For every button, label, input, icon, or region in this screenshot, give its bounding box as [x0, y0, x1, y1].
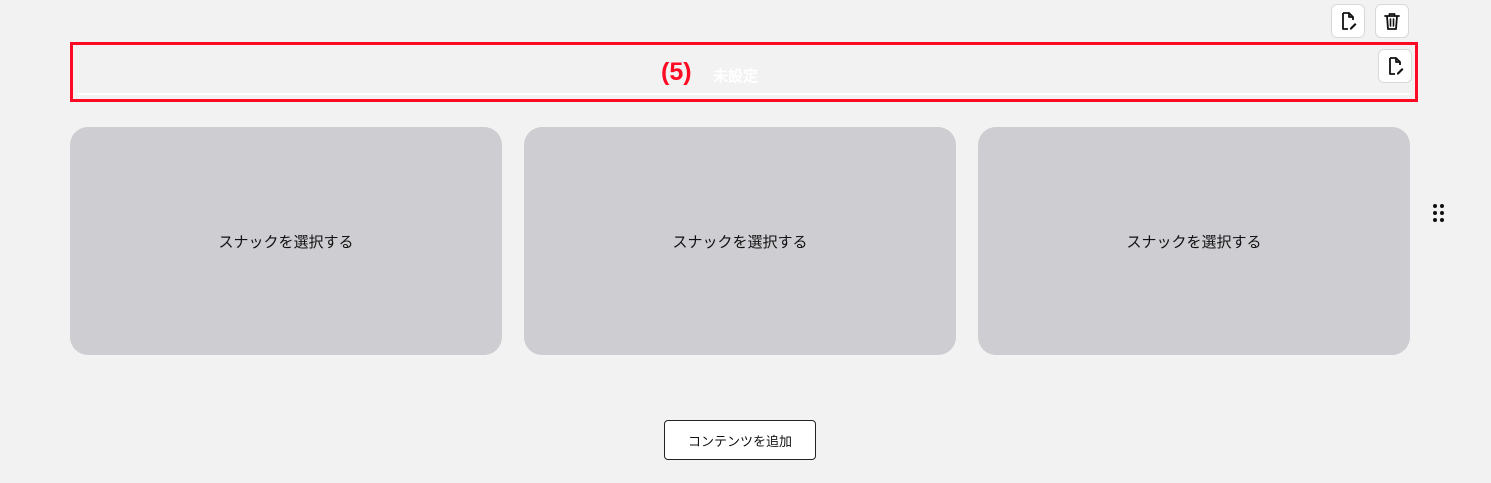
select-snack-label: スナックを選択する	[1126, 232, 1262, 251]
select-snack-card[interactable]: スナックを選択する	[978, 127, 1410, 355]
add-content-button[interactable]: コンテンツを追加	[664, 420, 816, 460]
edit-section-button[interactable]	[1331, 4, 1365, 38]
file-edit-icon	[1338, 11, 1358, 31]
edit-title-button[interactable]	[1378, 49, 1412, 83]
trash-icon	[1382, 11, 1402, 31]
select-snack-label: スナックを選択する	[218, 232, 354, 251]
delete-section-button[interactable]	[1375, 4, 1409, 38]
file-edit-icon	[1385, 56, 1405, 76]
section-title-text: 未設定	[713, 67, 759, 85]
drag-handle[interactable]	[1431, 202, 1447, 224]
section-title-area: (5) 未設定	[70, 42, 1418, 102]
select-snack-label: スナックを選択する	[672, 232, 808, 251]
select-snack-card[interactable]: スナックを選択する	[70, 127, 502, 355]
annotation-label: (5)	[661, 58, 692, 86]
drag-dots-icon	[1431, 204, 1447, 228]
select-snack-card[interactable]: スナックを選択する	[524, 127, 956, 355]
